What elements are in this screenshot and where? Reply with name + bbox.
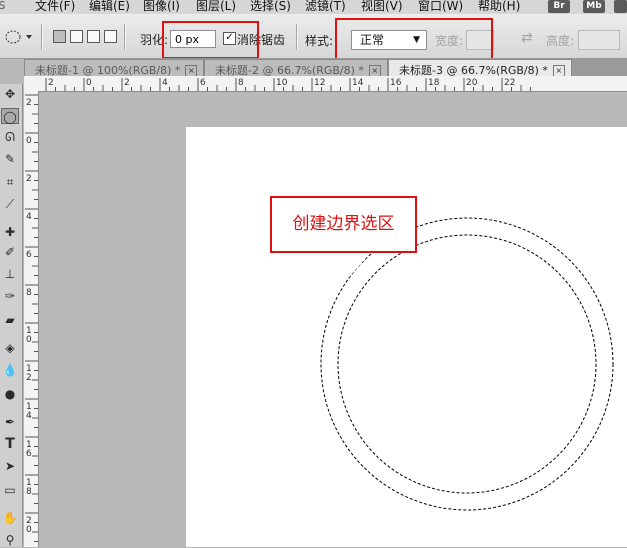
brush-icon[interactable]: ✐ (1, 244, 19, 260)
elliptical-marquee-preset-icon[interactable] (4, 29, 34, 45)
menu-view[interactable]: 视图(V) (361, 0, 403, 14)
ruler-label: 0 (86, 78, 92, 88)
crop-icon[interactable]: ⌗ (1, 174, 19, 190)
spot-healing-icon[interactable]: ✚ (1, 224, 19, 240)
history-brush-icon[interactable]: ✑ (1, 288, 19, 304)
ruler-label: 16 (390, 78, 402, 88)
ruler-label: 10 (276, 78, 288, 88)
height-label: 高度: (546, 34, 575, 48)
ruler-label: 22 (504, 78, 515, 88)
eraser-icon[interactable]: ▰ (1, 312, 19, 328)
intersect-selection-button[interactable] (104, 30, 117, 43)
clone-stamp-icon[interactable]: ⊥ (1, 266, 19, 282)
vertical-ruler[interactable]: 202468101214161820 (24, 91, 39, 547)
document-tabs: 未标题-1 @ 100%(RGB/8) * × 未标题-2 @ 66.7%(RGB… (24, 58, 627, 77)
ruler-label: 6 (200, 78, 206, 88)
tab-doc-2[interactable]: 未标题-2 @ 66.7%(RGB/8) * × (204, 59, 388, 77)
ruler-label: 0 (26, 136, 32, 146)
ruler-label: 0 (26, 525, 32, 535)
type-icon[interactable]: T (1, 436, 19, 452)
menu-layer[interactable]: 图层(L) (196, 0, 236, 14)
ruler-label: 2 (26, 174, 32, 184)
horizontal-ruler[interactable]: 420246810121416182022 (38, 76, 627, 92)
paint-bucket-icon[interactable]: ◈ (1, 340, 19, 356)
ruler-label: 6 (26, 250, 32, 260)
pen-icon[interactable]: ✒ (1, 414, 19, 430)
ruler-label: 2 (26, 98, 32, 108)
tab-doc-1[interactable]: 未标题-1 @ 100%(RGB/8) * × (24, 59, 204, 77)
menu-file[interactable]: 文件(F) (35, 0, 75, 14)
photoshop-logo: Ps (0, 0, 6, 13)
zoom-icon[interactable]: ⚲ (1, 532, 19, 548)
minibridge-button[interactable]: Mb (583, 0, 605, 13)
blur-icon[interactable]: 💧 (1, 362, 19, 378)
ruler-label: 0 (26, 335, 32, 345)
annotation-box: 创建边界选区 (270, 196, 417, 253)
swap-arrows-icon[interactable]: ⇄ (521, 30, 533, 46)
tools-panel: ✥ ◯ ᘏ ✎ ⌗ ⟋ ✚ ✐ ⊥ ✑ ▰ ◈ 💧 ● ✒ T ➤ ▭ ✋ ⚲ (0, 84, 23, 547)
ruler-origin[interactable] (24, 76, 39, 92)
lasso-icon[interactable]: ᘏ (1, 129, 19, 145)
tab-doc-3[interactable]: 未标题-3 @ 66.7%(RGB/8) * × (388, 59, 572, 77)
new-selection-button[interactable] (53, 30, 66, 43)
options-bar: 羽化: ✓ 消除锯齿 样式: 正常 ▼ 宽度: ⇄ 高度: (0, 14, 627, 88)
ruler-label: 8 (26, 288, 32, 298)
workspace-overflow-icon[interactable] (614, 0, 627, 13)
ruler-label: 4 (26, 411, 32, 421)
ruler-label: 14 (352, 78, 364, 88)
hand-icon[interactable]: ✋ (1, 510, 19, 526)
path-selection-icon[interactable]: ➤ (1, 458, 19, 474)
ruler-label: 4 (162, 78, 168, 88)
add-to-selection-button[interactable] (70, 30, 83, 43)
ruler-label: 2 (48, 78, 54, 88)
menu-help[interactable]: 帮助(H) (478, 0, 520, 14)
ruler-label: 4 (26, 212, 32, 222)
document-canvas[interactable] (186, 127, 627, 547)
ruler-label: 20 (466, 78, 478, 88)
ruler-label: 2 (124, 78, 130, 88)
move-icon[interactable]: ✥ (1, 86, 19, 102)
subtract-from-selection-button[interactable] (87, 30, 100, 43)
menu-bar: Ps 文件(F) 编辑(E) 图像(I) 图层(L) 选择(S) 滤镜(T) 视… (0, 0, 627, 14)
bridge-button[interactable]: Br (548, 0, 570, 13)
menu-filter[interactable]: 滤镜(T) (305, 0, 346, 14)
ruler-label: 12 (314, 78, 325, 88)
ruler-label: 18 (428, 78, 440, 88)
feather-highlight-box (162, 21, 259, 59)
ruler-label: 8 (238, 78, 244, 88)
ruler-label: 6 (26, 449, 32, 459)
elliptical-marquee-icon[interactable]: ◯ (1, 108, 19, 124)
height-input[interactable] (578, 30, 620, 50)
eyedropper-icon[interactable]: ⟋ (1, 196, 19, 212)
dodge-icon[interactable]: ● (1, 386, 19, 402)
style-label: 样式: (305, 34, 334, 48)
ruler-label: 2 (26, 373, 32, 383)
quick-selection-icon[interactable]: ✎ (1, 151, 19, 167)
ruler-label: 8 (26, 487, 32, 497)
menu-image[interactable]: 图像(I) (143, 0, 180, 14)
menu-window[interactable]: 窗口(W) (418, 0, 463, 14)
menu-edit[interactable]: 编辑(E) (89, 0, 130, 14)
rectangle-shape-icon[interactable]: ▭ (1, 482, 19, 498)
menu-select[interactable]: 选择(S) (250, 0, 291, 14)
